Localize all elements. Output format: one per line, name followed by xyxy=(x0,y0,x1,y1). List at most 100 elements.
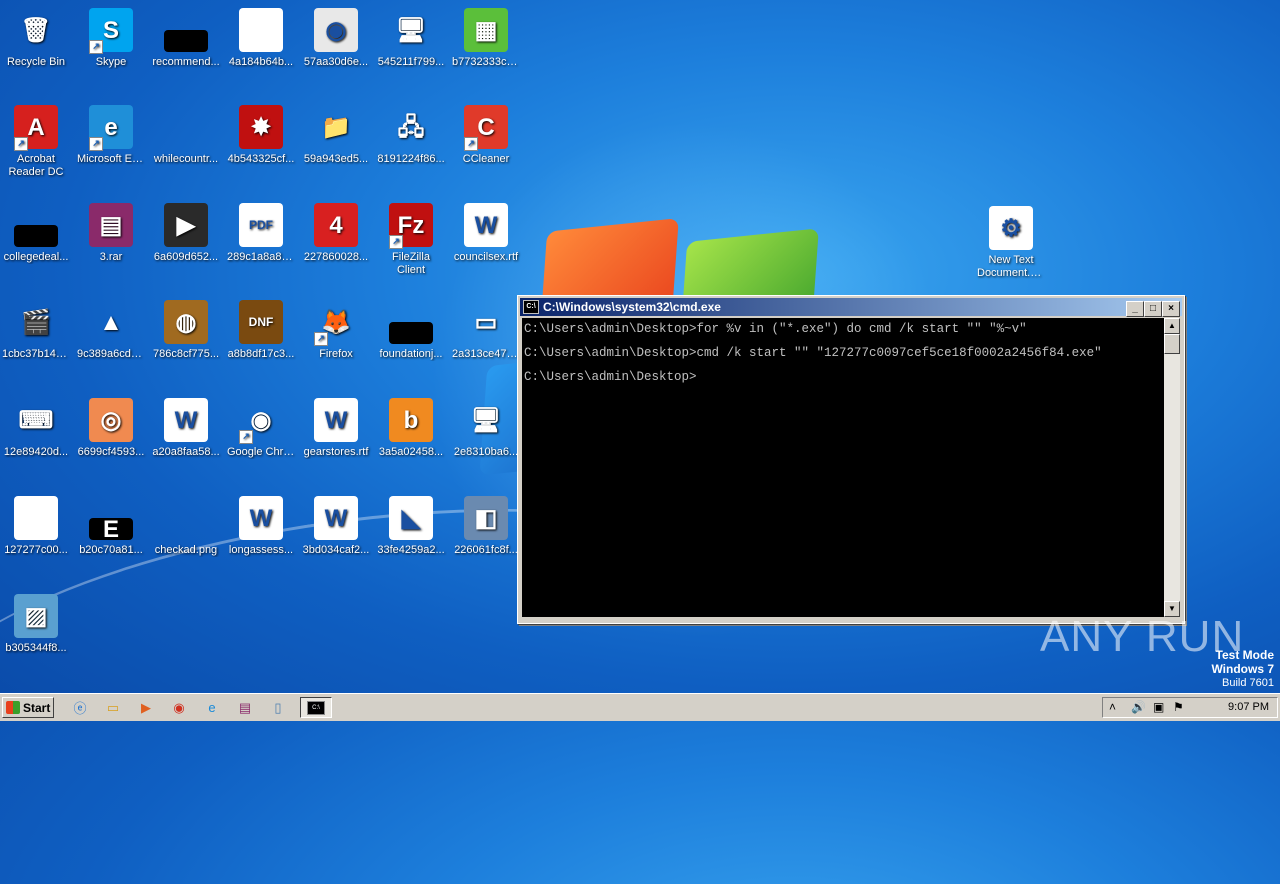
councilsex-icon: W xyxy=(464,203,508,247)
desktop-icon-label: 57aa30d6e... xyxy=(303,56,369,68)
desktop-icon-6a609d65[interactable]: ▶ 6a609d652... xyxy=(150,203,222,264)
desktop-icon-filezilla[interactable]: Fz ↗ FileZilla Client xyxy=(375,203,447,277)
desktop-icon-chrome[interactable]: ◉ ↗ Google Chrome xyxy=(225,398,297,459)
desktop-icon-2e8310ba[interactable]: 🖥 2e8310ba6... xyxy=(450,398,522,459)
start-button[interactable]: Start xyxy=(2,697,54,718)
desktop-icon-label: 4b543325cf... xyxy=(227,153,295,165)
127277c0-icon xyxy=(14,496,58,540)
desktop-icon-gearstores[interactable]: Wgearstores.rtf xyxy=(300,398,372,459)
cmd-icon: C:\ xyxy=(307,700,325,715)
desktop-icon-label: 3.rar xyxy=(99,251,123,263)
volume-icon[interactable]: 🔊 xyxy=(1131,700,1146,714)
cmd-console[interactable]: C:\Users\admin\Desktop>for %v in ("*.exe… xyxy=(522,318,1164,617)
desktop-icon-label: 6a609d652... xyxy=(153,251,219,263)
desktop-icon-acrobat[interactable]: A ↗ Acrobat Reader DC xyxy=(0,105,72,179)
desktop-icon-33fe4259[interactable]: ◣ 33fe4259a2... xyxy=(375,496,447,557)
desktop-icon-label: 127277c00... xyxy=(4,544,68,556)
cmd-title-bar[interactable]: C:\ C:\Windows\system32\cmd.exe _ □ × xyxy=(520,298,1182,317)
desktop-icon-skype[interactable]: S ↗ Skype xyxy=(75,8,147,69)
desktop-icon-label: 227860028... xyxy=(303,251,369,263)
desktop-icon-ccleaner[interactable]: C ↗ CCleaner xyxy=(450,105,522,166)
desktop-icon-label: 289c1a8a89... xyxy=(227,251,297,263)
action-center-flag-icon[interactable]: ⚑ xyxy=(1173,700,1184,714)
desktop-icon-b305344f[interactable]: ▨ b305344f8... xyxy=(0,594,72,655)
desktop-icon-recycle[interactable]: 🗑 Recycle Bin xyxy=(0,8,72,69)
desktop-icon-label: FileZilla Client xyxy=(392,251,430,276)
desktop-icon-a20a8faa[interactable]: Wa20a8faa58... xyxy=(150,398,222,459)
desktop-icon-foundationj[interactable]: foundationj... xyxy=(375,300,447,361)
explorer-icon[interactable]: ▭ xyxy=(101,697,125,718)
vertical-scrollbar[interactable]: ▲ ▼ xyxy=(1164,318,1180,617)
desktop-icon-label: checkad.png xyxy=(154,544,218,556)
desktop-icon-checkad[interactable]: checkad.png xyxy=(150,496,222,557)
edge-icon: e ↗ xyxy=(89,105,133,151)
desktop-icon-b20c70a8[interactable]: Eb20c70a81... xyxy=(75,496,147,557)
close-button[interactable]: × xyxy=(1162,301,1180,317)
desktop-icon-a8b8df17[interactable]: DNF a8b8df17c3... xyxy=(225,300,297,361)
desktop-icon-firefox[interactable]: 🦊 ↗ Firefox xyxy=(300,300,372,361)
desktop-icon-59a943ed[interactable]: 📁 59a943ed5... xyxy=(300,105,372,166)
desktop-icon-collegedeal[interactable]: collegedeal... xyxy=(0,203,72,264)
desktop-icon-289c1a8a[interactable]: PDF 289c1a8a89... xyxy=(225,203,297,264)
desktop-icon-3a5a0245[interactable]: b 3a5a02458... xyxy=(375,398,447,459)
desktop-icon-2a313ce4[interactable]: ▭ 2a313ce479... xyxy=(450,300,522,361)
desktop-icon-4a184b64[interactable]: 4a184b64b... xyxy=(225,8,297,69)
chrome-icon[interactable]: ◉ xyxy=(167,697,191,718)
edge-icon[interactable]: e xyxy=(200,697,224,718)
desktop-icon-1cbc37b1[interactable]: 🎬 1cbc37b142... xyxy=(0,300,72,361)
maximize-button[interactable]: □ xyxy=(1144,301,1162,317)
desktop-icon-label: 8191224f86... xyxy=(377,153,445,165)
winrar-icon[interactable]: ▤ xyxy=(233,697,257,718)
notepad-icon[interactable]: ▯ xyxy=(266,697,290,718)
recycle-icon: 🗑 xyxy=(20,16,52,44)
network-icon[interactable]: ▣ xyxy=(1153,700,1164,714)
shortcut-arrow-icon: ↗ xyxy=(239,430,253,444)
desktop-icon-label: 9c389a6cd4... xyxy=(77,348,147,360)
desktop-icon-4b543325[interactable]: ✸ 4b543325cf... xyxy=(225,105,297,166)
filezilla-icon: Fz ↗ xyxy=(389,203,433,249)
media-player-icon[interactable]: ▶ xyxy=(134,697,158,718)
desktop-icon-recommend[interactable]: recommend... xyxy=(150,8,222,69)
desktop-icon-b7732333[interactable]: ▦ b7732333c6... xyxy=(450,8,522,69)
desktop-icon-label: 2a313ce479... xyxy=(452,348,522,360)
desktop-icon-label: 1cbc37b142... xyxy=(2,348,72,360)
collegedeal-icon xyxy=(14,225,58,247)
desktop-icon-newtext[interactable]: ⚙ New Text Document.bat xyxy=(975,206,1047,280)
desktop-icon-226061fc[interactable]: ◧ 226061fc8f... xyxy=(450,496,522,557)
desktop-icon-edge[interactable]: e ↗ Microsoft Edge xyxy=(75,105,147,166)
22786002-icon: 4 xyxy=(314,203,358,247)
taskbar-cmd-button[interactable]: C:\ xyxy=(300,697,332,718)
desktop-icon-6699cf45[interactable]: ◎ 6699cf4593... xyxy=(75,398,147,459)
desktop-icon-label: Skype xyxy=(95,56,127,68)
desktop-icon-8191224f[interactable]: 🖧 8191224f86... xyxy=(375,105,447,166)
desktop-icon-127277c0[interactable]: 127277c00... xyxy=(0,496,72,557)
desktop-icon-longassess[interactable]: Wlongassess... xyxy=(225,496,297,557)
desktop-icon-9c389a6c[interactable]: ▲ 9c389a6cd4... xyxy=(75,300,147,361)
desktop-icon-councilsex[interactable]: Wcouncilsex.rtf xyxy=(450,203,522,264)
ie-icon[interactable]: ⓔ xyxy=(68,697,92,718)
9c389a6c-icon: ▲ xyxy=(99,308,123,336)
minimize-button[interactable]: _ xyxy=(1126,301,1144,317)
desktop-icon-3bd034ca[interactable]: W 3bd034caf2... xyxy=(300,496,372,557)
desktop-icon-786c8cf7[interactable]: ◍ 786c8cf775... xyxy=(150,300,222,361)
desktop-icon-3rar[interactable]: ▤ 3.rar xyxy=(75,203,147,264)
desktop-icon-label: 2e8310ba6... xyxy=(453,446,519,458)
desktop-icon-12e89420[interactable]: ⌨ 12e89420d... xyxy=(0,398,72,459)
6a609d65-icon: ▶ xyxy=(164,203,208,247)
scroll-thumb[interactable] xyxy=(1164,334,1180,354)
console-line: C:\Users\admin\Desktop> xyxy=(524,370,697,384)
desktop-icon-whilecountr[interactable]: whilecountr... xyxy=(150,105,222,166)
cmd-window[interactable]: C:\ C:\Windows\system32\cmd.exe _ □ × C:… xyxy=(517,295,1185,624)
cmd-window-icon: C:\ xyxy=(523,300,539,314)
clock[interactable]: 9:07 PM xyxy=(1228,701,1269,713)
3bd034ca-icon: W xyxy=(314,496,358,540)
desktop-icon-label: b20c70a81... xyxy=(79,544,143,556)
chrome-icon: ◉ ↗ xyxy=(239,398,283,444)
desktop-icon-22786002[interactable]: 4 227860028... xyxy=(300,203,372,264)
cmd-title: C:\Windows\system32\cmd.exe xyxy=(543,300,721,314)
desktop-icon-label: Acrobat Reader DC xyxy=(8,153,64,178)
show-hidden-icons-icon[interactable]: ˄ xyxy=(1109,700,1116,714)
desktop-icon-57aa30d6[interactable]: ◉ 57aa30d6e... xyxy=(300,8,372,69)
scroll-up-button[interactable]: ▲ xyxy=(1164,318,1180,334)
desktop-icon-545211f7[interactable]: 🖥 545211f799... xyxy=(375,8,447,69)
